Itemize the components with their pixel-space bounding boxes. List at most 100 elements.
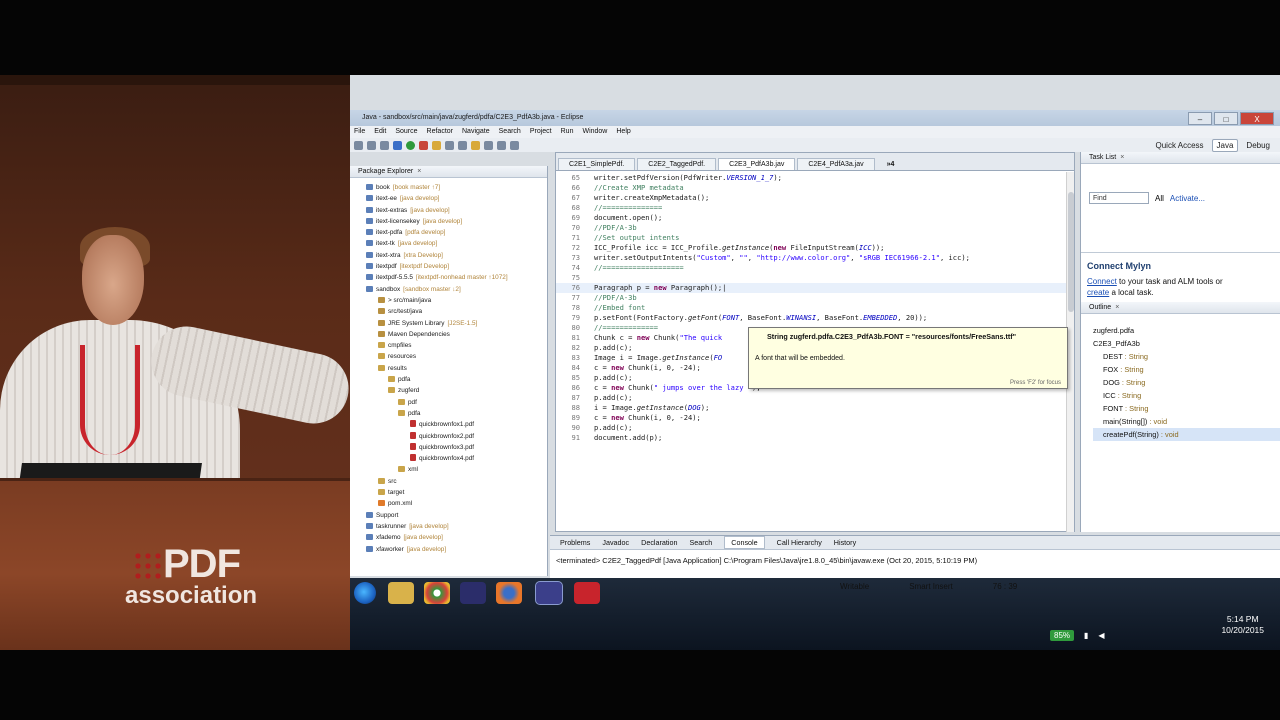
- network-icon[interactable]: ▮: [1084, 631, 1088, 640]
- editor-tab[interactable]: C2E3_PdfA3b.jav: [718, 158, 796, 170]
- eclipse-icon[interactable]: [460, 582, 486, 604]
- explorer-icon[interactable]: [388, 582, 414, 604]
- mylyn-connect-link[interactable]: Connect: [1087, 277, 1117, 286]
- code-line[interactable]: 73 writer.setOutputIntents("Custom", "", …: [556, 253, 1074, 263]
- new-package-icon[interactable]: [445, 140, 454, 150]
- debug-icon[interactable]: [393, 140, 402, 150]
- outline-tab[interactable]: Outline ×: [1081, 302, 1280, 314]
- package-tree-row[interactable]: target: [356, 487, 547, 498]
- package-tree-row[interactable]: pdfa: [356, 408, 547, 419]
- package-tree-row[interactable]: xml: [356, 464, 547, 475]
- taskbar-clock[interactable]: 5:14 PM 10/20/2015: [1221, 614, 1264, 636]
- close-icon[interactable]: ×: [1115, 304, 1119, 311]
- new-java-project-icon[interactable]: [432, 140, 441, 150]
- package-tree-row[interactable]: Support: [356, 510, 547, 521]
- code-line[interactable]: 88 i = Image.getInstance(DOG);: [556, 403, 1074, 413]
- code-line[interactable]: 78 //Embed font: [556, 303, 1074, 313]
- outline-item[interactable]: C2E3_PdfA3b: [1093, 337, 1280, 350]
- package-tree-row[interactable]: results: [356, 363, 547, 374]
- package-tree-row[interactable]: pom.xml: [356, 498, 547, 509]
- package-tree-row[interactable]: Maven Dependencies: [356, 329, 547, 340]
- code-line[interactable]: 76 Paragraph p = new Paragraph();|: [556, 283, 1074, 293]
- outline-item[interactable]: FOX : String: [1093, 363, 1280, 376]
- outline-item[interactable]: zugferd.pdfa: [1093, 324, 1280, 337]
- menu-navigate[interactable]: Navigate: [462, 126, 490, 138]
- menu-help[interactable]: Help: [616, 126, 630, 138]
- firefox-icon[interactable]: [496, 582, 522, 604]
- package-tree-row[interactable]: quickbrownfox2.pdf: [356, 431, 547, 442]
- eclipse-active-icon[interactable]: [535, 581, 563, 605]
- package-tree-row[interactable]: itext-extras [java develop]: [356, 205, 547, 216]
- code-line[interactable]: 87 p.add(c);: [556, 393, 1074, 403]
- package-tree-row[interactable]: itextpdf [itextpdf Develop]: [356, 261, 547, 272]
- package-tree-row[interactable]: quickbrownfox1.pdf: [356, 419, 547, 430]
- package-tree-row[interactable]: itext-pdfa [pdfa develop]: [356, 227, 547, 238]
- close-icon[interactable]: ×: [1120, 154, 1124, 161]
- outline-item[interactable]: main(String[]) : void: [1093, 415, 1280, 428]
- menu-refactor[interactable]: Refactor: [427, 126, 453, 138]
- code-line[interactable]: 75: [556, 273, 1074, 283]
- package-tree-row[interactable]: src: [356, 476, 547, 487]
- tab-problems[interactable]: Problems: [560, 538, 590, 547]
- open-type-icon[interactable]: [471, 140, 480, 150]
- debug-perspective-button[interactable]: Debug: [1246, 141, 1270, 150]
- minimize-button[interactable]: –: [1188, 112, 1212, 125]
- volume-icon[interactable]: ◀: [1098, 631, 1104, 640]
- package-tree-row[interactable]: itext-xtra [xtra Develop]: [356, 250, 547, 261]
- package-tree-row[interactable]: sandbox [sandbox master ↓2]: [356, 284, 547, 295]
- code-line[interactable]: 74 //===================: [556, 263, 1074, 273]
- tab-javadoc[interactable]: Javadoc: [602, 538, 629, 547]
- menu-edit[interactable]: Edit: [374, 126, 386, 138]
- code-line[interactable]: 67 writer.createXmpMetadata();: [556, 193, 1074, 203]
- task-find-input[interactable]: Find: [1089, 192, 1149, 204]
- tab-history[interactable]: History: [834, 538, 856, 547]
- outline-item[interactable]: FONT : String: [1093, 402, 1280, 415]
- battery-indicator[interactable]: 85%: [1050, 629, 1075, 641]
- code-line[interactable]: 77 //PDF/A-3b: [556, 293, 1074, 303]
- print-icon[interactable]: [380, 140, 389, 150]
- menu-source[interactable]: Source: [395, 126, 417, 138]
- scrollbar-thumb[interactable]: [1068, 192, 1074, 312]
- package-tree-row[interactable]: JRE System Library [J2SE-1.5]: [356, 318, 547, 329]
- tab-console[interactable]: Console: [724, 536, 765, 549]
- menu-window[interactable]: Window: [582, 126, 607, 138]
- task-activate-link[interactable]: Activate...: [1170, 194, 1205, 203]
- menu-run[interactable]: Run: [561, 126, 574, 138]
- editor-tab[interactable]: C2E2_TaggedPdf.: [637, 158, 717, 170]
- mylyn-create-link[interactable]: create: [1087, 288, 1109, 297]
- search-icon[interactable]: [484, 140, 493, 150]
- save-icon[interactable]: [367, 140, 376, 150]
- task-list-tab[interactable]: Task List ×: [1081, 152, 1280, 164]
- menu-project[interactable]: Project: [530, 126, 552, 138]
- back-icon[interactable]: [497, 140, 506, 150]
- code-line[interactable]: 71 //Set output intents: [556, 233, 1074, 243]
- new-class-icon[interactable]: [458, 140, 467, 150]
- java-perspective-button[interactable]: Java: [1211, 138, 1239, 152]
- package-tree-row[interactable]: pdf: [356, 397, 547, 408]
- package-tree-row[interactable]: xfademo [java develop]: [356, 532, 547, 543]
- code-line[interactable]: 66 //Create XMP metadata: [556, 183, 1074, 193]
- code-line[interactable]: 90 p.add(c);: [556, 423, 1074, 433]
- package-tree-row[interactable]: itext-licensekey [java develop]: [356, 216, 547, 227]
- task-all-filter[interactable]: All: [1155, 194, 1164, 203]
- package-tree-row[interactable]: xfaworker [java develop]: [356, 544, 547, 555]
- outline-item[interactable]: DEST : String: [1093, 350, 1280, 363]
- editor-tab[interactable]: C2E4_PdfA3a.jav: [797, 158, 875, 170]
- code-line[interactable]: 91 document.add(p);: [556, 433, 1074, 443]
- package-tree-row[interactable]: cmpfiles: [356, 340, 547, 351]
- package-tree-row[interactable]: pdfa: [356, 374, 547, 385]
- acrobat-icon[interactable]: [574, 582, 600, 604]
- forward-icon[interactable]: [510, 140, 519, 150]
- package-tree-row[interactable]: taskrunner [java develop]: [356, 521, 547, 532]
- maximize-button[interactable]: □: [1214, 112, 1238, 125]
- outline-item[interactable]: createPdf(String) : void: [1093, 428, 1280, 441]
- code-area[interactable]: 65 writer.setPdfVersion(PdfWriter.VERSION…: [556, 171, 1074, 443]
- more-tabs-button[interactable]: »4: [877, 159, 905, 170]
- code-line[interactable]: 79 p.setFont(FontFactory.getFont(FONT, Ba…: [556, 313, 1074, 323]
- code-line[interactable]: 72 ICC_Profile icc = ICC_Profile.getInsta…: [556, 243, 1074, 253]
- code-line[interactable]: 69 document.open();: [556, 213, 1074, 223]
- tab-call-hierarchy[interactable]: Call Hierarchy: [777, 538, 822, 547]
- package-tree-row[interactable]: src/test/java: [356, 306, 547, 317]
- package-tree-row[interactable]: itext-tk [java develop]: [356, 238, 547, 249]
- outline-item[interactable]: ICC : String: [1093, 389, 1280, 402]
